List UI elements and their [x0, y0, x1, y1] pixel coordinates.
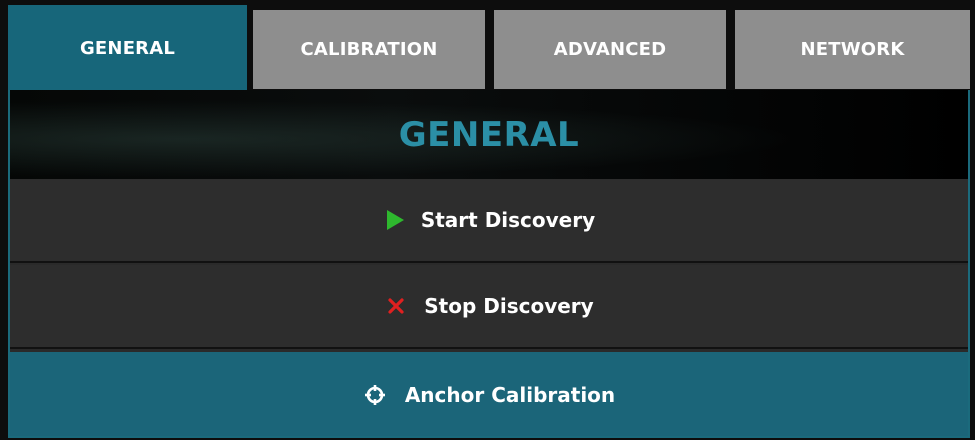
anchor-calibration-label: Anchor Calibration	[404, 383, 616, 407]
tab-network[interactable]: NETWORK	[735, 10, 970, 89]
panel-header: GENERAL	[10, 90, 968, 180]
general-panel: GENERAL Start Discovery Stop Discovery A…	[8, 90, 970, 438]
panel-title: GENERAL	[398, 114, 580, 155]
close-icon	[384, 294, 408, 318]
start-discovery-label: Start Discovery	[420, 208, 596, 232]
settings-window: GENERAL CALIBRATION ADVANCED NETWORK GEN…	[0, 0, 975, 440]
crosshair-icon	[363, 383, 387, 407]
play-icon	[383, 208, 407, 232]
tab-advanced[interactable]: ADVANCED	[494, 10, 726, 89]
anchor-calibration-button[interactable]: Anchor Calibration	[10, 352, 968, 436]
stop-discovery-label: Stop Discovery	[424, 294, 594, 318]
tab-bar: GENERAL CALIBRATION ADVANCED NETWORK	[8, 5, 970, 91]
stop-discovery-button[interactable]: Stop Discovery	[10, 265, 968, 349]
start-discovery-button[interactable]: Start Discovery	[10, 179, 968, 263]
tab-calibration[interactable]: CALIBRATION	[253, 10, 485, 89]
tab-general[interactable]: GENERAL	[8, 5, 247, 91]
